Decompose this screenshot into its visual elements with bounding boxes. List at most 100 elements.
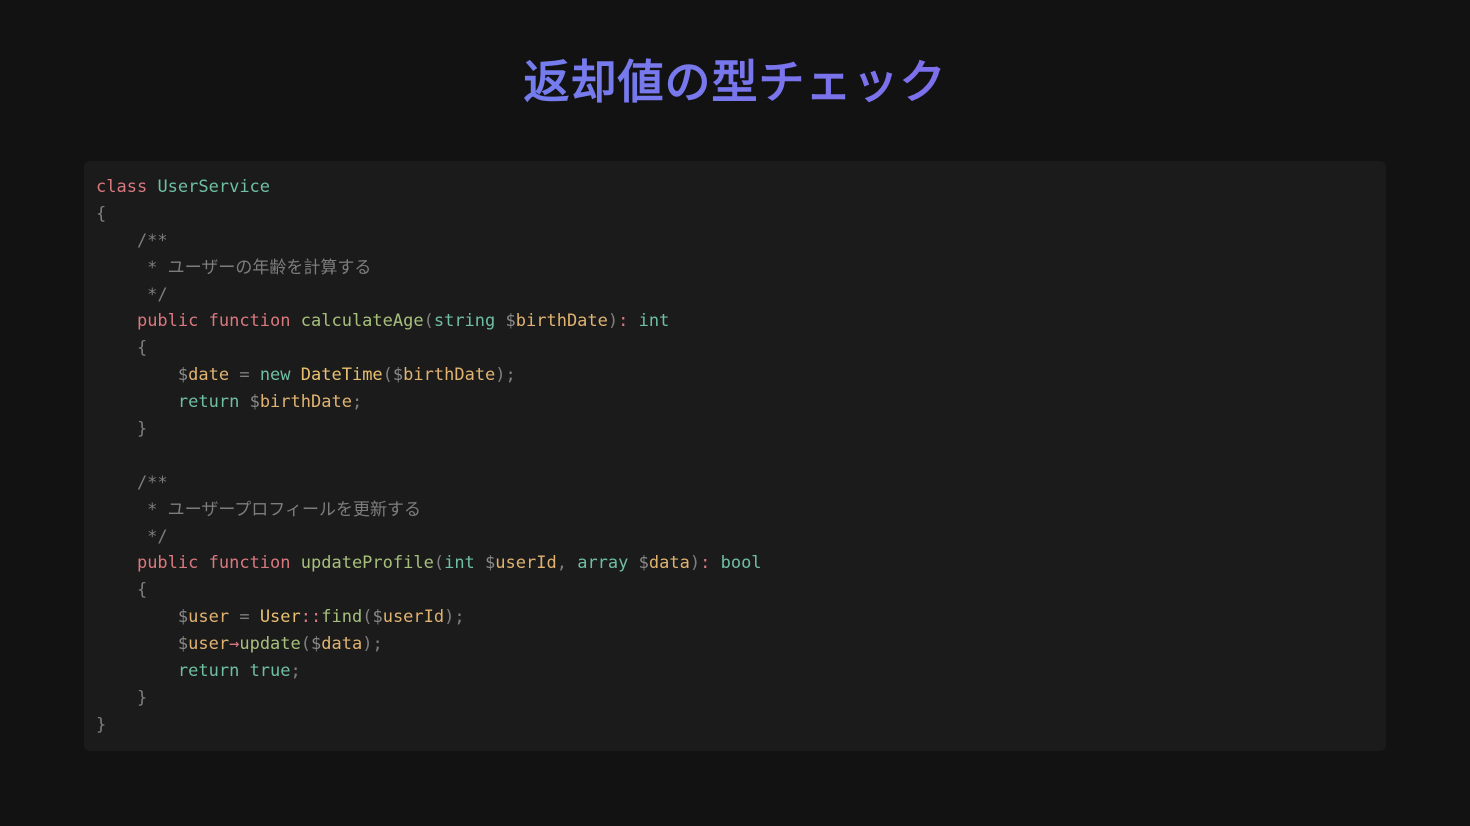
code-token: $: [177, 607, 189, 628]
code-line: /**: [96, 228, 1374, 255]
code-token: date: [188, 365, 230, 386]
code-token: /**: [96, 230, 168, 251]
code-token: (: [433, 553, 445, 574]
code-token: string: [433, 311, 496, 332]
code-line: public function calculateAge(string $bir…: [96, 308, 1374, 335]
code-line: $user→update($data);: [96, 631, 1374, 658]
code-token: *: [96, 257, 168, 278]
code-token: :: [618, 311, 629, 332]
code-token: ;: [351, 392, 363, 413]
code-token: ;: [290, 661, 301, 682]
code-token: $: [485, 553, 496, 574]
code-token: userId: [382, 607, 445, 628]
code-line: }: [96, 416, 1374, 443]
code-token: bool: [720, 553, 762, 574]
code-line: {: [96, 201, 1374, 228]
code-token: :: [700, 553, 711, 574]
code-token: );: [444, 607, 465, 628]
code-token: updateProfile: [300, 553, 434, 574]
code-token: function: [208, 553, 291, 574]
code-token: return: [177, 392, 240, 413]
code-token: data: [321, 634, 363, 655]
code-token: new: [259, 365, 291, 386]
code-line: $user = User::find($userId);: [96, 604, 1374, 631]
code-line: */: [96, 524, 1374, 551]
code-line: public function updateProfile(int $userI…: [96, 550, 1374, 577]
code-token: return: [177, 661, 240, 682]
code-token: {: [96, 580, 148, 601]
code-token: $: [177, 634, 189, 655]
code-token: update: [239, 634, 301, 655]
code-token: ): [689, 553, 701, 574]
code-line: /**: [96, 470, 1374, 497]
code-token: ユーザープロフィールを更新する: [167, 499, 421, 520]
code-token: find: [321, 607, 363, 628]
code-token: DateTime: [300, 365, 383, 386]
code-line: * ユーザーの年齢を計算する: [96, 255, 1374, 282]
code-token: birthDate: [515, 311, 608, 332]
code-token: data: [648, 553, 690, 574]
code-token: user: [188, 634, 230, 655]
code-token: User: [259, 607, 301, 628]
code-token: $: [249, 392, 260, 413]
code-block: class UserService{ /** * ユーザーの年齢を計算する */…: [84, 161, 1386, 751]
code-line: {: [96, 335, 1374, 362]
code-token: =: [229, 607, 260, 628]
code-token: calculateAge: [300, 311, 424, 332]
code-token: public: [136, 311, 199, 332]
code-token: birthDate: [403, 365, 496, 386]
code-token: {: [96, 203, 107, 224]
code-token: (: [300, 634, 312, 655]
code-token: $: [177, 365, 189, 386]
code-token: user: [188, 607, 230, 628]
code-token: );: [362, 634, 383, 655]
code-token: $: [638, 553, 649, 574]
code-token: );: [495, 365, 516, 386]
code-line: return $birthDate;: [96, 389, 1374, 416]
code-token: $: [372, 607, 383, 628]
code-token: =: [229, 365, 260, 386]
code-line: }: [96, 712, 1374, 739]
code-token: /**: [96, 472, 168, 493]
code-token: array: [577, 553, 629, 574]
code-token: class: [96, 177, 148, 197]
code-token: */: [96, 526, 168, 547]
code-token: int: [638, 311, 670, 332]
code-token: }: [96, 419, 148, 440]
code-token: *: [96, 499, 168, 520]
code-token: ): [607, 311, 619, 332]
code-token: public: [136, 553, 199, 574]
code-token: }: [96, 687, 148, 708]
code-line: {: [96, 577, 1374, 604]
code-line: return true;: [96, 658, 1374, 685]
code-token: (: [362, 607, 373, 628]
code-token: ユーザーの年齢を計算する: [167, 257, 372, 278]
code-token: UserService: [157, 177, 271, 197]
code-line: * ユーザープロフィールを更新する: [96, 497, 1374, 524]
code-token: $: [311, 634, 322, 655]
code-line: class UserService: [96, 174, 1374, 201]
code-token: birthDate: [259, 392, 352, 413]
code-token: (: [423, 311, 434, 332]
code-token: int: [444, 553, 475, 574]
